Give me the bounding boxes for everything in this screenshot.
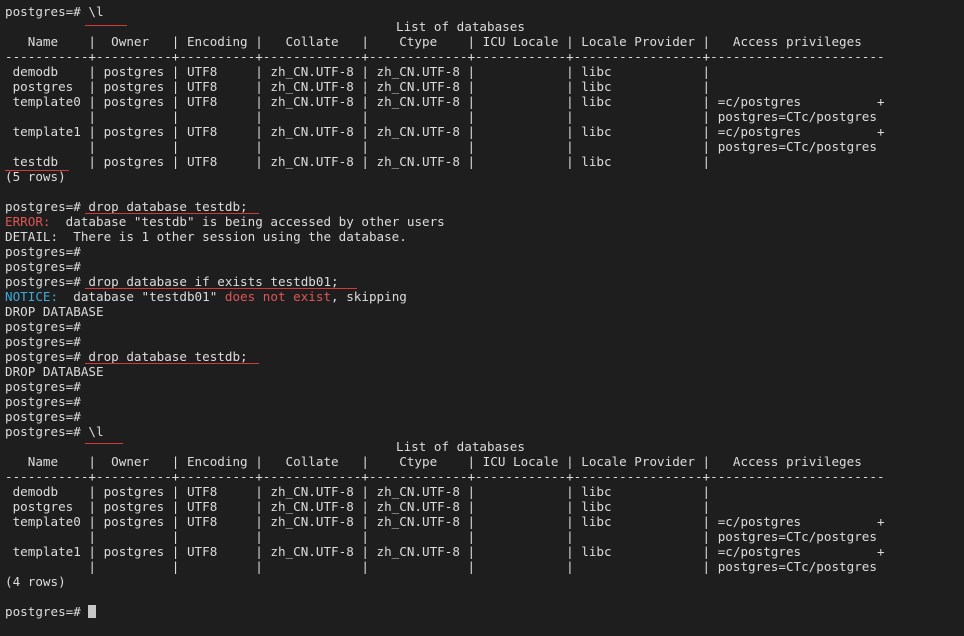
notice-label: NOTICE:: [5, 289, 59, 304]
table-row: template0 | postgres | UTF8 | zh_CN.UTF-…: [5, 94, 885, 109]
table-row: demodb | postgres | UTF8 | zh_CN.UTF-8 |…: [5, 64, 711, 79]
prompt: postgres=#: [5, 4, 89, 19]
table-row: postgres | postgres | UTF8 | zh_CN.UTF-8…: [5, 79, 711, 94]
command-text: drop database if exists testdb01;: [88, 274, 339, 289]
annotation-underline: [85, 25, 127, 26]
command-text: \l: [88, 424, 104, 439]
notice-message-end: , skipping: [331, 289, 407, 304]
prompt-line: postgres=#: [5, 334, 89, 349]
notice-highlight: does not exist: [224, 289, 332, 304]
prompt-line: postgres=# \l: [5, 424, 104, 439]
prompt: postgres=#: [5, 424, 89, 439]
row-count: (4 rows): [5, 574, 66, 589]
table-row: testdb | postgres | UTF8 | zh_CN.UTF-8 |…: [5, 154, 711, 169]
error-label: ERROR:: [5, 214, 51, 229]
table-row: demodb | postgres | UTF8 | zh_CN.UTF-8 |…: [5, 484, 711, 499]
text-cursor[interactable]: [88, 605, 97, 618]
command-result: DROP DATABASE: [5, 304, 104, 319]
table-row: template1 | postgres | UTF8 | zh_CN.UTF-…: [5, 124, 885, 139]
command-text: drop database testdb;: [88, 349, 248, 364]
prompt-line: postgres=#: [5, 379, 89, 394]
table-row: postgres | postgres | UTF8 | zh_CN.UTF-8…: [5, 499, 711, 514]
prompt-line: postgres=# drop database testdb;: [5, 349, 248, 364]
command-text: drop database testdb;: [88, 199, 248, 214]
prompt-line: postgres=#: [5, 244, 89, 259]
table-title: List of databases: [396, 439, 525, 454]
table-row: | | | | | | | postgres=CTc/postgres: [5, 529, 877, 544]
prompt-line: postgres=#: [5, 259, 89, 274]
table-row: template0 | postgres | UTF8 | zh_CN.UTF-…: [5, 514, 885, 529]
prompt-line: postgres=# drop database testdb;: [5, 199, 248, 214]
terminal-window[interactable]: postgres=# \l List of databases Name | O…: [0, 0, 964, 636]
table-header: Name | Owner | Encoding | Collate | Ctyp…: [5, 454, 862, 469]
prompt-line: postgres=# \l: [5, 4, 104, 19]
prompt-line: postgres=#: [5, 409, 89, 424]
prompt: postgres=#: [5, 604, 89, 619]
error-line: ERROR: database "testdb" is being access…: [5, 214, 445, 229]
row-count: (5 rows): [5, 169, 66, 184]
command-result: DROP DATABASE: [5, 364, 104, 379]
table-title: List of databases: [396, 19, 525, 34]
prompt-line: postgres=# drop database if exists testd…: [5, 274, 339, 289]
table-row: | | | | | | | postgres=CTc/postgres: [5, 139, 877, 154]
prompt-line: postgres=#: [5, 319, 89, 334]
command-text: \l: [88, 4, 104, 19]
table-row: | | | | | | | postgres=CTc/postgres: [5, 559, 877, 574]
prompt-line: postgres=#: [5, 394, 89, 409]
error-message: database "testdb" is being accessed by o…: [50, 214, 445, 229]
prompt: postgres=#: [5, 199, 89, 214]
table-row: | | | | | | | postgres=CTc/postgres: [5, 109, 877, 124]
table-header: Name | Owner | Encoding | Collate | Ctyp…: [5, 34, 862, 49]
annotation-underline: [85, 363, 259, 364]
prompt: postgres=#: [5, 274, 89, 289]
annotation-underline: [85, 443, 123, 444]
active-prompt-line[interactable]: postgres=#: [5, 604, 97, 619]
table-separator: -----------+----------+----------+------…: [5, 49, 885, 64]
table-separator: -----------+----------+----------+------…: [5, 469, 885, 484]
notice-line: NOTICE: database "testdb01" does not exi…: [5, 289, 407, 304]
prompt: postgres=#: [5, 349, 89, 364]
table-row: template1 | postgres | UTF8 | zh_CN.UTF-…: [5, 544, 885, 559]
detail-line: DETAIL: There is 1 other session using t…: [5, 229, 407, 244]
notice-message: database "testdb01": [58, 289, 225, 304]
